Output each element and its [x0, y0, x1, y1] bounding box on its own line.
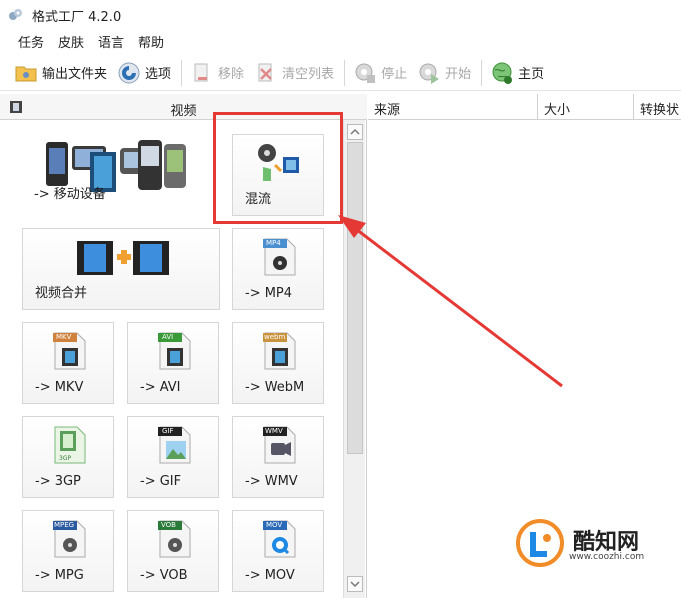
coozhi-logo-icon — [516, 519, 564, 567]
watermark-url: www.coozhi.com — [569, 552, 645, 562]
watermark: 酷知网 www.coozhi.com — [509, 512, 659, 576]
annotation-arrow — [338, 215, 563, 388]
